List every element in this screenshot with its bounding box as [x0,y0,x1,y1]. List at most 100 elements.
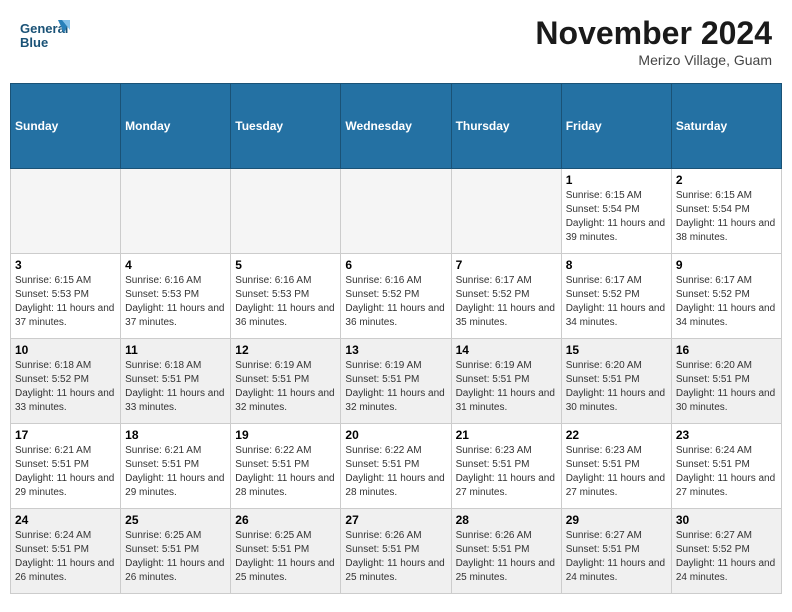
day-number: 17 [15,428,116,442]
calendar-cell: 7 Sunrise: 6:17 AM Sunset: 5:52 PM Daylig… [451,254,561,339]
day-number: 21 [456,428,557,442]
calendar-cell: 20Sunrise: 6:22 AM Sunset: 5:51 PM Dayli… [341,424,451,509]
day-of-week-header: Wednesday [341,84,451,169]
day-info: Sunrise: 6:18 AM Sunset: 5:51 PM Dayligh… [125,359,226,415]
calendar-cell [231,169,341,254]
day-of-week-header: Tuesday [231,84,341,169]
calendar-cell: 18Sunrise: 6:21 AM Sunset: 5:51 PM Dayli… [121,424,231,509]
calendar-cell: 19 Sunrise: 6:22 AM Sunset: 5:51 PM Dayli… [231,424,341,509]
day-info: Sunrise: 6:21 AM Sunset: 5:51 PM Dayligh… [125,444,226,500]
calendar-cell: 5 Sunrise: 6:16 AM Sunset: 5:53 PM Daylig… [231,254,341,339]
day-info: Sunrise: 6:16 AM Sunset: 5:53 PM Dayligh… [125,274,226,330]
day-number: 7 [456,258,557,272]
calendar-cell [11,169,121,254]
day-info: Sunrise: 6:15 AM Sunset: 5:53 PM Dayligh… [15,274,116,330]
day-number: 5 [235,258,336,272]
svg-text:Blue: Blue [20,35,48,50]
calendar-cell [341,169,451,254]
day-info: Sunrise: 6:22 AM Sunset: 5:51 PM Dayligh… [345,444,446,500]
calendar-week-row: 3 Sunrise: 6:15 AM Sunset: 5:53 PM Daylig… [11,254,782,339]
day-info: Sunrise: 6:26 AM Sunset: 5:51 PM Dayligh… [345,529,446,585]
calendar-cell: 25 Sunrise: 6:25 AM Sunset: 5:51 PM Dayli… [121,509,231,594]
calendar-cell: 13 Sunrise: 6:19 AM Sunset: 5:51 PM Dayli… [341,339,451,424]
calendar-cell [451,169,561,254]
day-info: Sunrise: 6:22 AM Sunset: 5:51 PM Dayligh… [235,444,336,500]
day-info: Sunrise: 6:18 AM Sunset: 5:52 PM Dayligh… [15,359,116,415]
day-number: 10 [15,343,116,357]
day-number: 12 [235,343,336,357]
calendar-cell: 11Sunrise: 6:18 AM Sunset: 5:51 PM Dayli… [121,339,231,424]
calendar-cell: 15 Sunrise: 6:20 AM Sunset: 5:51 PM Dayli… [561,339,671,424]
calendar-cell: 12Sunrise: 6:19 AM Sunset: 5:51 PM Dayli… [231,339,341,424]
calendar-cell: 10 Sunrise: 6:18 AM Sunset: 5:52 PM Dayli… [11,339,121,424]
day-number: 16 [676,343,777,357]
title-area: November 2024 Merizo Village, Guam [535,15,772,68]
calendar-cell: 23Sunrise: 6:24 AM Sunset: 5:51 PM Dayli… [671,424,781,509]
day-number: 9 [676,258,777,272]
calendar-cell: 27 Sunrise: 6:26 AM Sunset: 5:51 PM Dayli… [341,509,451,594]
day-number: 2 [676,173,777,187]
day-info: Sunrise: 6:16 AM Sunset: 5:52 PM Dayligh… [345,274,446,330]
day-info: Sunrise: 6:24 AM Sunset: 5:51 PM Dayligh… [676,444,777,500]
day-number: 29 [566,513,667,527]
day-info: Sunrise: 6:19 AM Sunset: 5:51 PM Dayligh… [456,359,557,415]
day-of-week-header: Sunday [11,84,121,169]
calendar-cell: 16 Sunrise: 6:20 AM Sunset: 5:51 PM Dayli… [671,339,781,424]
day-info: Sunrise: 6:24 AM Sunset: 5:51 PM Dayligh… [15,529,116,585]
day-number: 6 [345,258,446,272]
calendar-header-row: SundayMondayTuesdayWednesdayThursdayFrid… [11,84,782,169]
day-number: 4 [125,258,226,272]
calendar-cell: 29 Sunrise: 6:27 AM Sunset: 5:51 PM Dayli… [561,509,671,594]
calendar-cell: 1Sunrise: 6:15 AM Sunset: 5:54 PM Daylig… [561,169,671,254]
calendar-cell: 3 Sunrise: 6:15 AM Sunset: 5:53 PM Daylig… [11,254,121,339]
day-info: Sunrise: 6:16 AM Sunset: 5:53 PM Dayligh… [235,274,336,330]
day-number: 15 [566,343,667,357]
day-number: 26 [235,513,336,527]
day-info: Sunrise: 6:23 AM Sunset: 5:51 PM Dayligh… [566,444,667,500]
calendar-cell: 9 Sunrise: 6:17 AM Sunset: 5:52 PM Daylig… [671,254,781,339]
day-info: Sunrise: 6:27 AM Sunset: 5:52 PM Dayligh… [676,529,777,585]
day-number: 27 [345,513,446,527]
day-info: Sunrise: 6:17 AM Sunset: 5:52 PM Dayligh… [456,274,557,330]
calendar-week-row: 1Sunrise: 6:15 AM Sunset: 5:54 PM Daylig… [11,169,782,254]
day-number: 30 [676,513,777,527]
calendar-cell: 26 Sunrise: 6:25 AM Sunset: 5:51 PM Dayli… [231,509,341,594]
page-header: General Blue November 2024 Merizo Villag… [10,10,782,73]
day-number: 25 [125,513,226,527]
location-subtitle: Merizo Village, Guam [535,52,772,68]
day-info: Sunrise: 6:27 AM Sunset: 5:51 PM Dayligh… [566,529,667,585]
calendar-week-row: 24 Sunrise: 6:24 AM Sunset: 5:51 PM Dayli… [11,509,782,594]
calendar-cell: 17Sunrise: 6:21 AM Sunset: 5:51 PM Dayli… [11,424,121,509]
calendar-body: 1Sunrise: 6:15 AM Sunset: 5:54 PM Daylig… [11,169,782,594]
calendar-cell: 14Sunrise: 6:19 AM Sunset: 5:51 PM Dayli… [451,339,561,424]
day-info: Sunrise: 6:23 AM Sunset: 5:51 PM Dayligh… [456,444,557,500]
day-number: 13 [345,343,446,357]
day-of-week-header: Friday [561,84,671,169]
calendar-week-row: 17 Sunrise: 6:21 AM Sunset: 5:51 PM Dayli… [11,424,782,509]
day-number: 19 [235,428,336,442]
day-info: Sunrise: 6:17 AM Sunset: 5:52 PM Dayligh… [676,274,777,330]
day-info: Sunrise: 6:25 AM Sunset: 5:51 PM Dayligh… [125,529,226,585]
day-of-week-header: Saturday [671,84,781,169]
day-number: 22 [566,428,667,442]
day-info: Sunrise: 6:20 AM Sunset: 5:51 PM Dayligh… [676,359,777,415]
calendar-cell: 4 Sunrise: 6:16 AM Sunset: 5:53 PM Daylig… [121,254,231,339]
day-info: Sunrise: 6:15 AM Sunset: 5:54 PM Dayligh… [676,189,777,245]
day-number: 3 [15,258,116,272]
day-info: Sunrise: 6:26 AM Sunset: 5:51 PM Dayligh… [456,529,557,585]
calendar-cell: 6 Sunrise: 6:16 AM Sunset: 5:52 PM Daylig… [341,254,451,339]
calendar-cell: 2 Sunrise: 6:15 AM Sunset: 5:54 PM Daylig… [671,169,781,254]
day-number: 24 [15,513,116,527]
calendar-cell: 28Sunrise: 6:26 AM Sunset: 5:51 PM Dayli… [451,509,561,594]
day-info: Sunrise: 6:20 AM Sunset: 5:51 PM Dayligh… [566,359,667,415]
day-number: 8 [566,258,667,272]
calendar-cell [121,169,231,254]
calendar-cell: 21 Sunrise: 6:23 AM Sunset: 5:51 PM Dayli… [451,424,561,509]
logo: General Blue [20,15,64,55]
day-of-week-header: Monday [121,84,231,169]
logo-icon: General Blue [20,15,60,55]
day-info: Sunrise: 6:25 AM Sunset: 5:51 PM Dayligh… [235,529,336,585]
calendar-week-row: 10 Sunrise: 6:18 AM Sunset: 5:52 PM Dayli… [11,339,782,424]
calendar-cell: 24 Sunrise: 6:24 AM Sunset: 5:51 PM Dayli… [11,509,121,594]
day-info: Sunrise: 6:19 AM Sunset: 5:51 PM Dayligh… [345,359,446,415]
